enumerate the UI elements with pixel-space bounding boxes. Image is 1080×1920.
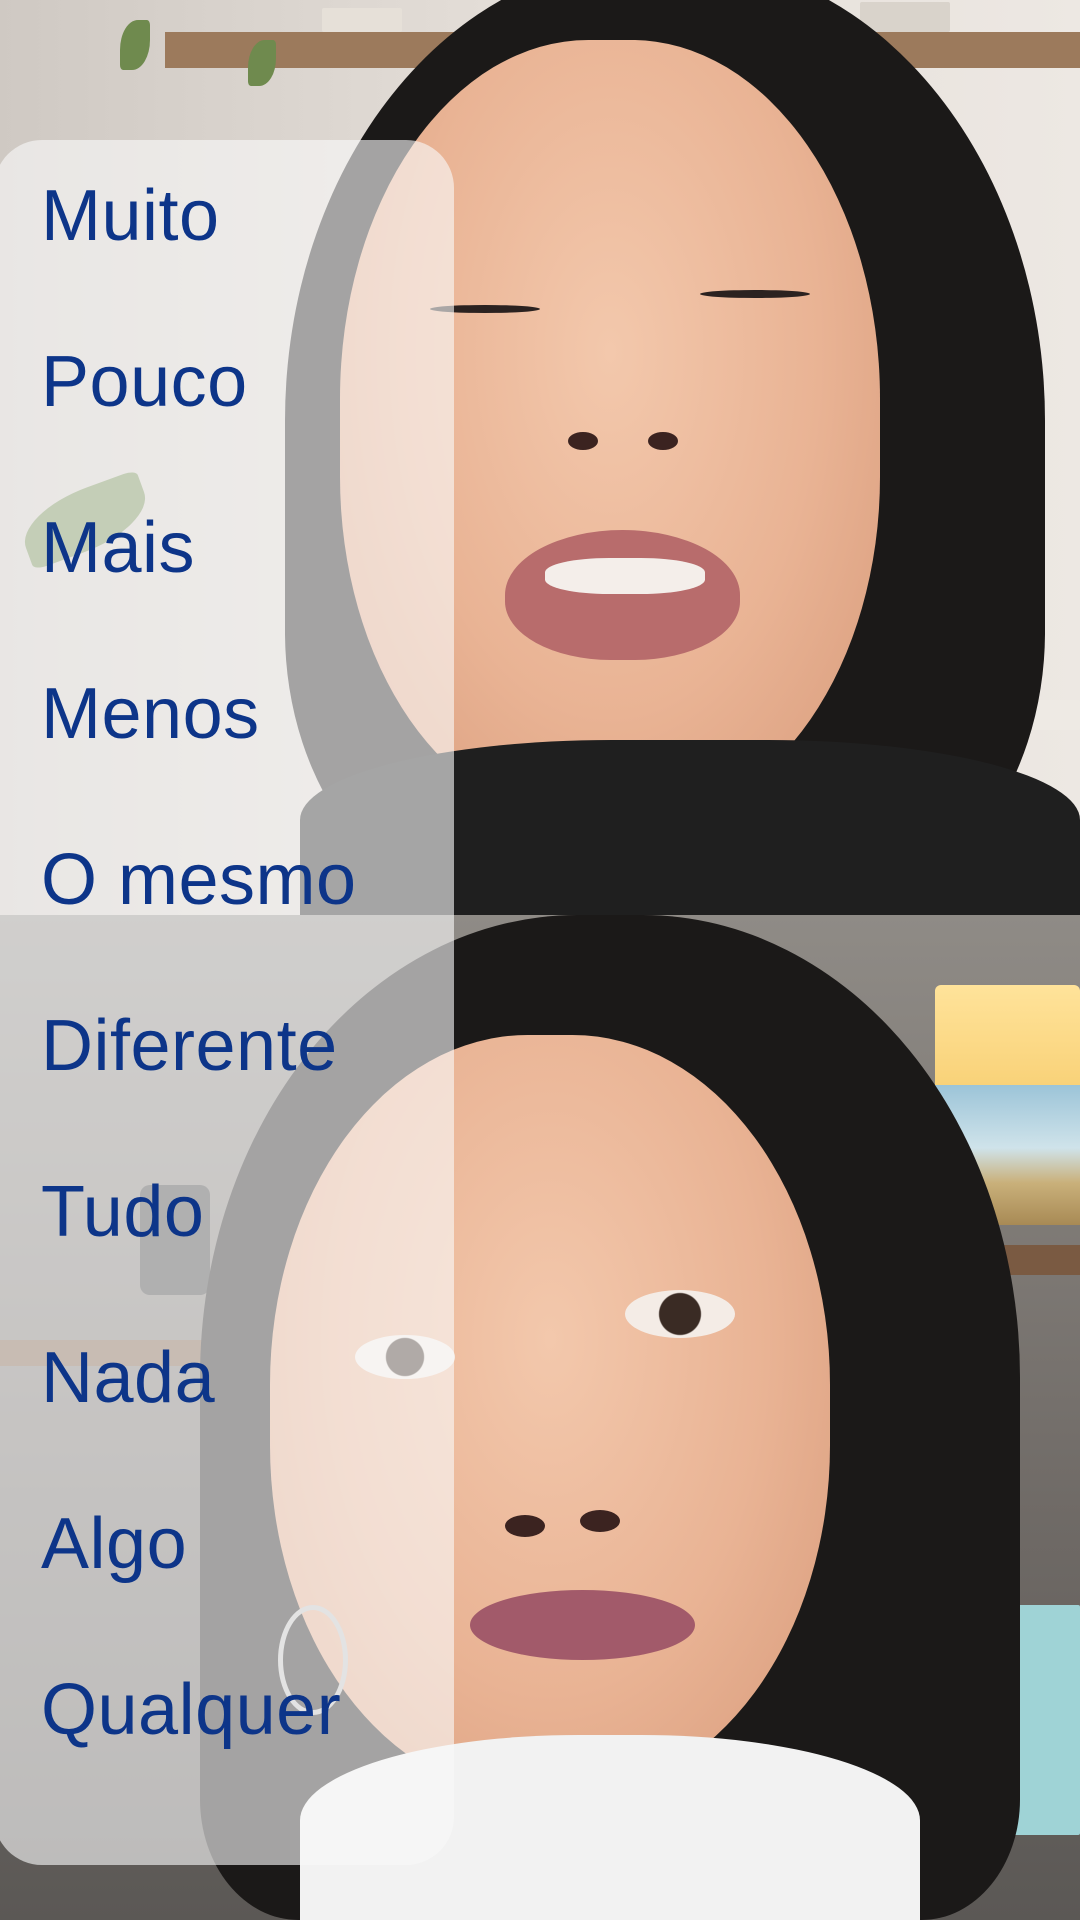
background-book (322, 8, 402, 32)
word-item: Pouco (41, 342, 248, 422)
participant-nose (505, 1515, 545, 1537)
app-screen: Muito Pouco Mais Menos O mesmo Diferente… (0, 0, 1080, 1920)
participant-nose (568, 432, 598, 450)
word-item: Nada (41, 1338, 216, 1418)
participant-nose (580, 1510, 620, 1532)
word-item: Algo (41, 1504, 188, 1584)
word-item: Qualquer (41, 1670, 342, 1750)
word-item: O mesmo (41, 840, 357, 920)
participant-teeth (545, 558, 705, 594)
participant-nose (648, 432, 678, 450)
participant-mouth (505, 530, 740, 660)
background-plant (248, 40, 276, 86)
participant-eye-right (700, 290, 810, 298)
word-item: Tudo (41, 1172, 205, 1252)
word-item: Menos (41, 674, 260, 754)
word-list: Muito Pouco Mais Menos O mesmo Diferente… (41, 168, 357, 1828)
participant-eye-right (625, 1290, 735, 1338)
background-book (860, 2, 950, 32)
word-item: Muito (41, 176, 220, 256)
word-item: Mais (41, 508, 196, 588)
background-plant (120, 20, 150, 70)
word-item: Diferente (41, 1006, 338, 1086)
participant-lips (470, 1590, 695, 1660)
